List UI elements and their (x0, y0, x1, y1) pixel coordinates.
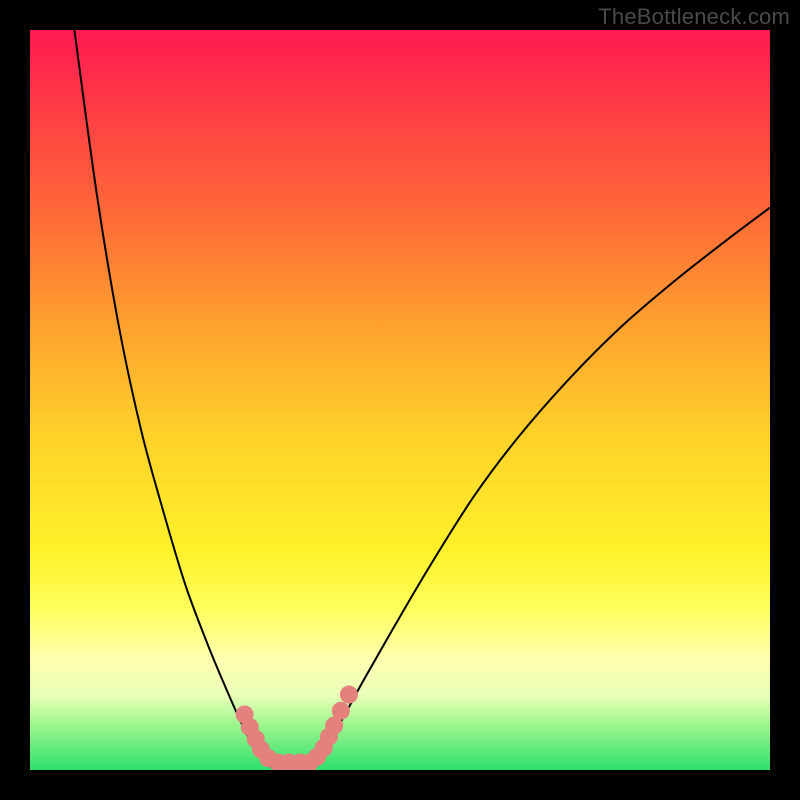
marker-group (236, 686, 358, 770)
data-marker (332, 702, 350, 720)
chart-svg (30, 30, 770, 770)
curve-right-branch (311, 208, 770, 770)
data-marker (340, 686, 358, 704)
chart-frame: TheBottleneck.com (0, 0, 800, 800)
curve-left-branch (74, 30, 274, 770)
watermark-label: TheBottleneck.com (598, 4, 790, 30)
plot-area (30, 30, 770, 770)
